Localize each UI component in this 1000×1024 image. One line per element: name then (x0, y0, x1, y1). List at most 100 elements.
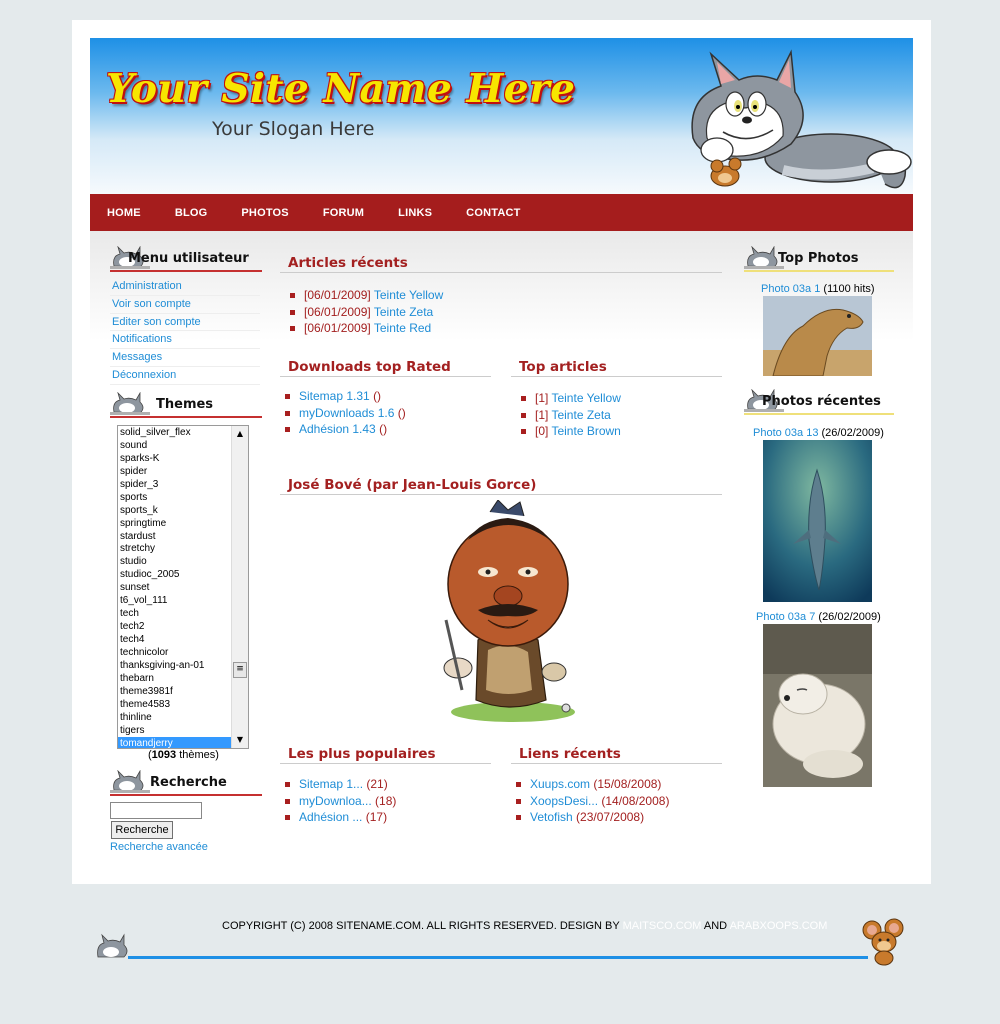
recent-link-date: (15/08/2008) (593, 777, 662, 791)
user-menu-item[interactable]: Déconnexion (110, 367, 260, 385)
photo-link[interactable]: Photo 03a 13 (753, 427, 818, 439)
article-count: [1] (535, 407, 549, 422)
article-link[interactable]: Teinte Yellow (374, 288, 443, 302)
theme-option[interactable]: thebarn (118, 672, 231, 685)
photo-link[interactable]: Photo 03a 1 (761, 283, 820, 295)
theme-option[interactable]: sound (118, 439, 231, 452)
theme-option[interactable]: spider (118, 465, 231, 478)
user-menu-item[interactable]: Editer son compte (110, 314, 260, 332)
theme-option[interactable]: stardust (118, 530, 231, 543)
search-input[interactable] (110, 802, 202, 819)
downloads-top-title: Downloads top Rated (288, 359, 451, 375)
themes-options: solid_silver_flex sound sparks-K spider spid… (118, 426, 231, 748)
theme-option[interactable]: solid_silver_flex (118, 426, 231, 439)
user-menu-link[interactable]: Editer son compte (112, 316, 201, 328)
tom-head-icon (110, 770, 150, 793)
theme-option[interactable]: sports_k (118, 504, 231, 517)
download-rating: () (397, 405, 406, 420)
article-link[interactable]: Teinte Zeta (374, 305, 433, 319)
copyright-text: COPYRIGHT (C) 2008 SITENAME.COM. ALL RIG… (222, 920, 827, 932)
article-link[interactable]: Teinte Brown (551, 424, 620, 438)
user-menu-item[interactable]: Notifications (110, 331, 260, 350)
theme-option[interactable]: stretchy (118, 542, 231, 555)
nav-home[interactable]: HOME (107, 207, 141, 219)
advanced-search-link[interactable]: Recherche avancée (110, 841, 208, 853)
photo-caption: Photo 03a 7 (26/02/2009) (756, 611, 881, 623)
article-link[interactable]: Teinte Red (374, 321, 431, 335)
theme-option[interactable]: thinline (118, 711, 231, 724)
copyright-and: AND (703, 920, 728, 932)
caricature-image[interactable] (428, 500, 588, 726)
theme-option[interactable]: studioc_2005 (118, 568, 231, 581)
download-link[interactable]: myDownloads 1.6 (299, 406, 394, 420)
theme-option[interactable]: technicolor (118, 646, 231, 659)
download-link[interactable]: Sitemap 1.31 (299, 389, 370, 403)
recent-link-date: (23/07/2008) (576, 810, 645, 824)
user-menu-link[interactable]: Messages (112, 351, 162, 363)
theme-option[interactable]: springtime (118, 517, 231, 530)
scroll-thumb[interactable]: ≡ (233, 662, 247, 678)
copyright-label: COPYRIGHT (C) 2008 SITENAME.COM. ALL RIG… (222, 920, 620, 932)
article-date: [06/01/2009] (304, 288, 371, 302)
user-menu-link[interactable]: Notifications (112, 333, 172, 345)
user-menu-link[interactable]: Déconnexion (112, 369, 176, 381)
user-menu-link[interactable]: Administration (112, 280, 182, 292)
user-menu-item[interactable]: Voir son compte (110, 296, 260, 314)
user-menu-header: Menu utilisateur (110, 246, 262, 272)
download-link[interactable]: Adhésion 1.43 (299, 422, 376, 436)
scroll-down-icon[interactable]: ▼ (232, 732, 248, 748)
feature-title: José Bové (par Jean-Louis Gorce) (288, 477, 537, 493)
jerry-mouse-icon (862, 918, 904, 966)
themes-scrollbar[interactable]: ▲ ≡ ▼ (231, 426, 248, 748)
user-menu-item[interactable]: Messages (110, 349, 260, 367)
recent-articles-list: [06/01/2009] Teinte Yellow [06/01/2009] … (288, 287, 443, 337)
article-link[interactable]: Teinte Zeta (551, 408, 610, 422)
theme-option[interactable]: sunset (118, 581, 231, 594)
themes-listbox[interactable]: solid_silver_flex sound sparks-K spider spid… (117, 425, 249, 749)
theme-option[interactable]: studio (118, 555, 231, 568)
theme-option[interactable]: tech2 (118, 620, 231, 633)
theme-option[interactable]: spider_3 (118, 478, 231, 491)
theme-option[interactable]: sports (118, 491, 231, 504)
theme-option[interactable]: thanksgiving-an-01 (118, 659, 231, 672)
user-menu-item[interactable]: Administration (110, 278, 260, 296)
site-name[interactable]: Your Site Name Here (106, 66, 575, 112)
nav-photos[interactable]: PHOTOS (241, 207, 288, 219)
site-header: Your Site Name Here Your Slogan Here (90, 38, 913, 194)
recent-link[interactable]: Xuups.com (530, 777, 590, 791)
polar-bear-photo[interactable] (763, 624, 872, 787)
popular-link[interactable]: myDownloa... (299, 794, 372, 808)
dolphin-photo[interactable] (763, 440, 872, 602)
theme-option[interactable]: tigers (118, 724, 231, 737)
recent-link[interactable]: XoopsDesi... (530, 794, 598, 808)
user-menu-link[interactable]: Voir son compte (112, 298, 191, 310)
list-item: myDownloa... (18) (283, 793, 396, 810)
camel-photo[interactable] (763, 296, 872, 376)
download-rating: () (373, 389, 382, 403)
recent-photos-title: Photos récentes (762, 394, 881, 409)
search-button[interactable]: Recherche (111, 821, 173, 839)
article-link[interactable]: Teinte Yellow (551, 391, 620, 405)
popular-link[interactable]: Sitemap 1... (299, 777, 363, 791)
recent-link[interactable]: Vetofish (530, 810, 573, 824)
scroll-up-icon[interactable]: ▲ (232, 426, 248, 442)
theme-option[interactable]: theme3981f (118, 685, 231, 698)
nav-forum[interactable]: FORUM (323, 207, 364, 219)
article-count: [0] (535, 424, 549, 438)
photo-link[interactable]: Photo 03a 7 (756, 611, 815, 623)
list-item: [06/01/2009] Teinte Yellow (288, 287, 443, 304)
theme-option[interactable]: tech4 (118, 633, 231, 646)
theme-option[interactable]: tomandjerry (118, 736, 231, 748)
theme-option[interactable]: t6_vol_111 (118, 594, 231, 607)
designer-link-1[interactable]: MAITSCO.COM (623, 920, 702, 932)
top-articles-title: Top articles (519, 359, 607, 375)
nav-links[interactable]: LINKS (398, 207, 432, 219)
designer-link-2[interactable]: ARABXOOPS.COM (730, 920, 828, 932)
theme-option[interactable]: tech (118, 607, 231, 620)
photo-info: (26/02/2009) (818, 611, 881, 623)
nav-blog[interactable]: BLOG (175, 207, 208, 219)
theme-option[interactable]: theme4583 (118, 698, 231, 711)
nav-contact[interactable]: CONTACT (466, 207, 520, 219)
theme-option[interactable]: sparks-K (118, 452, 231, 465)
popular-link[interactable]: Adhésion ... (299, 810, 362, 824)
